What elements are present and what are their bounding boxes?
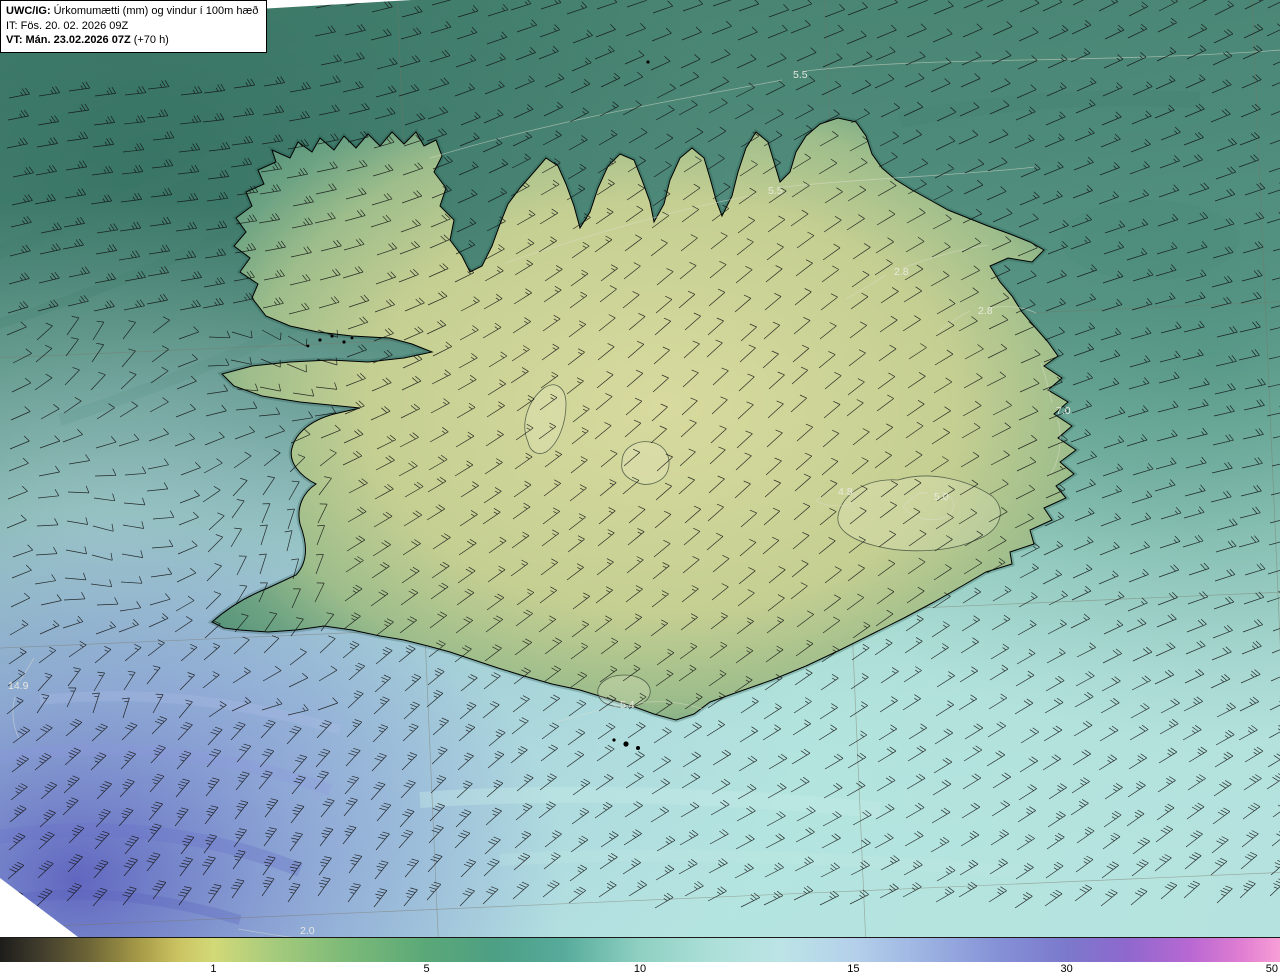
colorbar-tick-label: 10 xyxy=(633,963,647,975)
lead-time: (+70 h) xyxy=(133,34,169,47)
legend-title-line: UWC/IG: Úrkomumætti (mm) og vindur í 100m… xyxy=(6,4,258,19)
legend-valid-line: VT: Mán. 23.02.2026 07Z (+70 h) xyxy=(6,33,258,48)
weather-map-page: 5.5 5.5 2.8 2.8 7.0 4.8 5.0 14.9 5.4 2.0 UWC/IG: Ú… xyxy=(0,0,1280,978)
legend-box: UWC/IG: Úrkomumætti (mm) og vindur í 100m… xyxy=(0,0,268,53)
colorbar-tick-label: 50 xyxy=(1265,963,1278,975)
contour-label: 4.8 xyxy=(838,486,853,498)
contour-label: 5.5 xyxy=(793,69,808,81)
colorbar-tick-label: 5 xyxy=(423,963,430,975)
contour-label: 5.0 xyxy=(934,491,949,503)
colorbar-tick-label: 1 xyxy=(210,963,217,975)
colorbar: 1 5 10 15 30 50 xyxy=(0,937,1280,978)
colorbar-tick-labels: 1 5 10 15 30 50 xyxy=(0,962,1280,978)
contour-label: 5.4 xyxy=(620,699,635,711)
contour-label: 2.0 xyxy=(300,925,315,937)
contour-label: 14.9 xyxy=(8,680,29,692)
init-label: IT: xyxy=(6,19,18,32)
contour-label: 2.8 xyxy=(894,266,909,278)
contour-label: 7.0 xyxy=(1056,405,1071,417)
colorbar-gradient xyxy=(0,937,1280,963)
colorbar-tick-label: 15 xyxy=(847,963,860,975)
valid-time: Mán. 23.02.2026 07Z xyxy=(25,34,131,47)
map-title: Úrkomumætti (mm) og vindur í 100m hæð xyxy=(53,5,259,17)
contour-label: 5.5 xyxy=(768,185,783,197)
legend-init-line: IT: Fös. 20. 02. 2026 09Z xyxy=(6,19,258,34)
colorbar-tick-label: 30 xyxy=(1060,963,1073,975)
precipitation-wind-map: 5.5 5.5 2.8 2.8 7.0 4.8 5.0 14.9 5.4 2.0 xyxy=(0,0,1280,978)
model-id: UWC/IG: xyxy=(6,5,51,17)
contour-label: 2.8 xyxy=(978,305,993,317)
init-time: Fös. 20. 02. 2026 09Z xyxy=(20,19,129,32)
valid-label: VT: xyxy=(6,34,23,47)
